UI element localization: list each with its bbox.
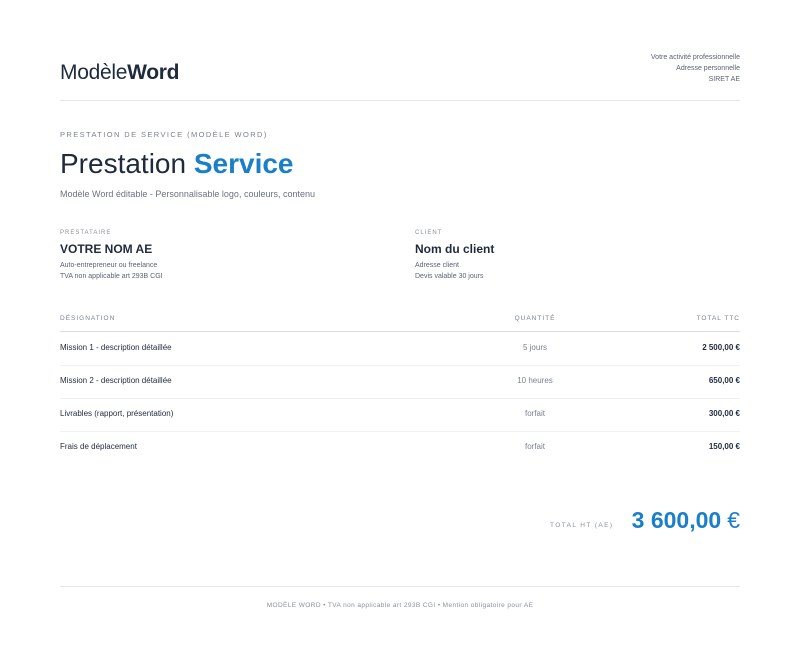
provider-block: PRESTATAIRE VOTRE NOM AE Auto-entreprene… [60,230,163,282]
column-header-quantity: QUANTITÉ [514,315,556,322]
client-address: Adresse client [415,262,459,269]
table-header: DÉSIGNATION QUANTITÉ TOTAL TTC [60,315,740,332]
logo: ModèleWord [60,61,179,85]
column-header-designation: DÉSIGNATION [60,315,116,322]
document-title: Prestation Service [60,148,294,180]
row-quantity: 5 jours [522,343,547,352]
row-total: 2 500,00 € [702,343,740,352]
provider-status: Auto-entrepreneur ou freelance [60,262,158,269]
client-block: CLIENT Nom du client Adresse client Devi… [415,230,494,282]
row-quantity: 10 heures [517,376,553,385]
row-total: 150,00 € [708,442,740,451]
header-divider [60,100,740,101]
row-total: 650,00 € [708,376,740,385]
client-label: CLIENT [415,230,443,236]
client-validity: Devis valable 30 jours [415,273,484,280]
total-amount: 3 600,00 € [632,507,740,534]
document-subtitle: Modèle Word éditable - Personnalisable l… [60,189,315,199]
row-designation: Mission 1 - description détaillée [60,343,172,352]
total-amount-value: 3 600,00 [631,507,722,533]
row-designation: Frais de déplacement [60,442,137,451]
issuer-address: Adresse personnelle [676,65,740,72]
title-accent: Service [193,148,294,179]
total-currency: € [727,507,740,533]
table-row: Livrables (rapport, présentation) forfai… [60,398,740,432]
total-label: TOTAL HT (AE) [550,522,614,529]
title-main: Prestation [60,148,187,179]
provider-name: VOTRE NOM AE [60,242,153,256]
document-kicker: PRESTATION DE SERVICE (MODÈLE WORD) [60,130,268,139]
row-designation: Mission 2 - description détaillée [60,376,172,385]
provider-label: PRESTATAIRE [60,230,112,236]
column-header-total: TOTAL TTC [696,315,740,322]
row-designation: Livrables (rapport, présentation) [60,409,174,418]
provider-vat: TVA non applicable art 293B CGI [60,273,163,280]
table-row: Mission 1 - description détaillée 5 jour… [60,332,740,366]
table-row: Frais de déplacement forfait 150,00 € [60,431,740,464]
row-quantity: forfait [524,409,545,418]
table-row: Mission 2 - description détaillée 10 heu… [60,365,740,399]
logo-bold-text: Word [127,61,180,84]
row-total: 300,00 € [708,409,740,418]
issuer-activity: Votre activité professionnelle [650,54,740,61]
footer-note: MODÈLE WORD • TVA non applicable art 293… [266,602,534,609]
issuer-siret: SIRET AE [708,76,740,83]
client-name: Nom du client [415,242,495,256]
footer-divider [60,586,740,587]
issuer-info: Votre activité professionnelle Adresse p… [651,52,740,85]
logo-light-text: Modèle [60,61,128,84]
row-quantity: forfait [524,442,545,451]
